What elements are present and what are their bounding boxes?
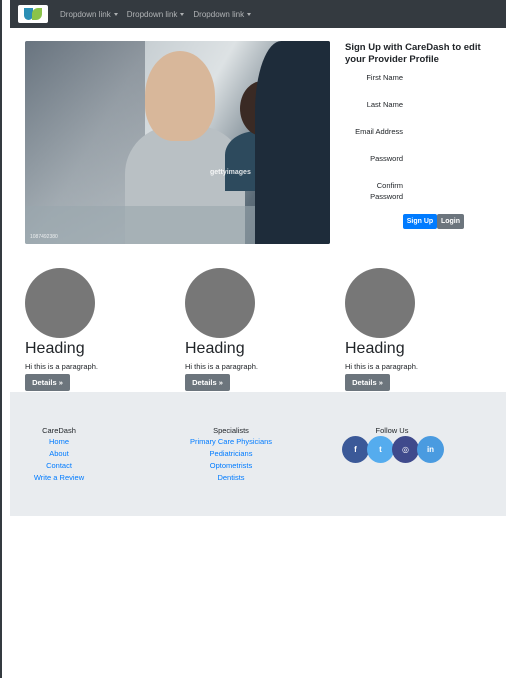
confirm-password-field[interactable] bbox=[410, 183, 502, 197]
card-text: Hi this is a paragraph. bbox=[345, 362, 418, 371]
footer-link-contact[interactable]: Contact bbox=[19, 460, 99, 472]
image-credit: 1087492380 bbox=[30, 234, 58, 240]
caret-down-icon bbox=[180, 12, 185, 16]
card-text: Hi this is a paragraph. bbox=[25, 362, 98, 371]
instagram-icon[interactable]: ◎ bbox=[392, 436, 419, 463]
footer-caredash-title: CareDash bbox=[42, 426, 76, 435]
signup-title: Sign Up with CareDash to edit your Provi… bbox=[345, 42, 481, 65]
top-navbar: Dropdown link Dropdown link Dropdown lin… bbox=[10, 0, 506, 28]
footer-link-about[interactable]: About bbox=[19, 448, 99, 460]
first-name-field[interactable] bbox=[410, 70, 502, 84]
hero-image: gettyimages 1087492380 bbox=[25, 41, 330, 244]
login-button[interactable]: Login bbox=[437, 214, 464, 229]
footer-link-pediatricians[interactable]: Pediatricians bbox=[171, 448, 291, 460]
footer-link-dentists[interactable]: Dentists bbox=[171, 472, 291, 484]
last-name-label: Last Name bbox=[366, 100, 403, 109]
password-label: Password bbox=[370, 154, 403, 163]
email-field[interactable] bbox=[410, 124, 502, 138]
nav-dropdown-3[interactable]: Dropdown link bbox=[193, 10, 252, 19]
details-button[interactable]: Details » bbox=[185, 374, 230, 391]
footer-follow-title: Follow Us bbox=[375, 426, 409, 435]
password-field[interactable] bbox=[410, 151, 502, 165]
footer-link-write-review[interactable]: Write a Review bbox=[19, 472, 99, 484]
confirm-password-label: Confirm Password bbox=[370, 181, 403, 201]
twitter-icon[interactable]: t bbox=[367, 436, 394, 463]
card-image-placeholder bbox=[185, 268, 255, 338]
email-label: Email Address bbox=[355, 127, 403, 136]
footer-link-optometrists[interactable]: Optometrists bbox=[171, 460, 291, 472]
nav-dropdown-2[interactable]: Dropdown link bbox=[127, 10, 185, 19]
footer-link-home[interactable]: Home bbox=[19, 436, 99, 448]
facebook-icon[interactable]: f bbox=[342, 436, 369, 463]
caret-down-icon bbox=[247, 12, 252, 16]
caredash-logo[interactable] bbox=[18, 5, 48, 23]
caret-down-icon bbox=[113, 12, 118, 16]
signup-button[interactable]: Sign Up bbox=[403, 214, 437, 229]
details-button[interactable]: Details » bbox=[25, 374, 70, 391]
footer-specialists-title: Specialists bbox=[213, 426, 249, 435]
footer-link-primary-care[interactable]: Primary Care Physicians bbox=[171, 436, 291, 448]
card-text: Hi this is a paragraph. bbox=[185, 362, 258, 371]
details-button[interactable]: Details » bbox=[345, 374, 390, 391]
first-name-label: First Name bbox=[366, 73, 403, 82]
linkedin-icon[interactable]: in bbox=[417, 436, 444, 463]
nav-dropdown-1[interactable]: Dropdown link bbox=[60, 10, 118, 19]
image-watermark: gettyimages bbox=[210, 169, 251, 176]
last-name-field[interactable] bbox=[410, 97, 502, 111]
card-image-placeholder bbox=[25, 268, 95, 338]
card-image-placeholder bbox=[345, 268, 415, 338]
page-left-border bbox=[0, 0, 2, 678]
card-heading: Heading bbox=[25, 340, 85, 357]
card-heading: Heading bbox=[345, 340, 405, 357]
card-heading: Heading bbox=[185, 340, 245, 357]
